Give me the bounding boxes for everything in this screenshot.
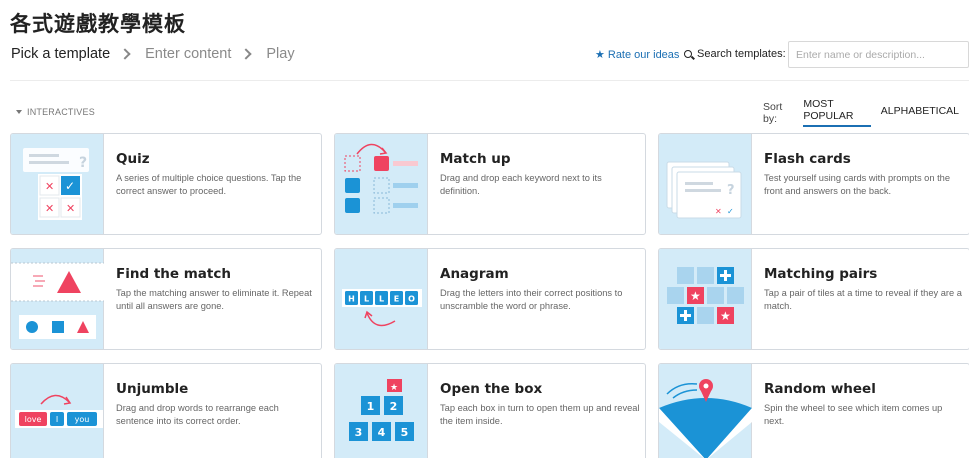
random-wheel-icon — [659, 364, 752, 458]
template-description: Tap the matching answer to eliminate it.… — [116, 288, 312, 311]
section-toggle-interactives[interactable]: INTERACTIVES — [16, 107, 95, 117]
svg-text:✕: ✕ — [45, 180, 54, 193]
template-card-flash-cards[interactable]: ? ✕ ✓ Flash cards Test yourself using ca… — [658, 133, 969, 235]
template-card-matching-pairs[interactable]: ★ ★ Matching pairs Tap a pair of tiles a… — [658, 248, 969, 350]
svg-text:✓: ✓ — [65, 179, 75, 193]
template-description: Test yourself using cards with prompts o… — [764, 173, 951, 196]
box-number: 5 — [401, 426, 409, 439]
svg-text:✕: ✕ — [715, 207, 722, 216]
svg-text:✓: ✓ — [727, 207, 734, 216]
template-title: Find the match — [116, 266, 231, 282]
svg-text:?: ? — [79, 155, 87, 171]
anagram-letter: L — [379, 295, 384, 304]
unjumble-icon: love I you — [11, 364, 104, 458]
match-up-icon — [335, 134, 428, 234]
template-title: Unjumble — [116, 381, 189, 397]
find-the-match-icon — [11, 249, 104, 349]
divider — [10, 80, 969, 81]
star-icon: ★ — [595, 49, 605, 61]
template-description: Drag the letters into their correct posi… — [440, 288, 623, 311]
template-description: A series of multiple choice questions. T… — [116, 173, 302, 196]
anagram-icon: HLLEO — [335, 249, 428, 349]
search-input[interactable] — [788, 41, 969, 68]
template-title: Anagram — [440, 266, 509, 282]
template-card-quiz[interactable]: ? ✕ ✓ ✕ ✕ Quiz A series of multiple choi… — [10, 133, 322, 235]
template-description: Tap a pair of tiles at a time to reveal … — [764, 288, 962, 311]
template-description: Spin the wheel to see which item comes u… — [764, 403, 943, 426]
box-number: 4 — [378, 426, 386, 439]
svg-text:★: ★ — [720, 309, 731, 323]
search-icon — [684, 50, 692, 58]
step-pick-template[interactable]: Pick a template — [11, 46, 110, 62]
caret-down-icon — [16, 110, 22, 114]
step-enter-content[interactable]: Enter content — [145, 46, 231, 62]
template-description: Tap each box in turn to open them up and… — [440, 403, 640, 426]
search-templates-label: Search templates: — [684, 48, 786, 60]
svg-text:?: ? — [727, 183, 735, 198]
template-title: Match up — [440, 151, 511, 167]
template-card-random-wheel[interactable]: Random wheel Spin the wheel to see which… — [658, 363, 969, 458]
template-card-unjumble[interactable]: love I you Unjumble Drag and drop words … — [10, 363, 322, 458]
search-label-text: Search templates: — [697, 48, 786, 60]
anagram-letter: E — [394, 295, 399, 304]
chevron-right-icon — [240, 48, 253, 60]
template-title: Matching pairs — [764, 266, 878, 282]
section-label: INTERACTIVES — [27, 107, 95, 117]
box-number: 3 — [355, 426, 363, 439]
chevron-right-icon — [119, 48, 131, 60]
box-number: 2 — [390, 400, 398, 413]
sort-most-popular[interactable]: MOST POPULAR — [803, 98, 871, 127]
template-description: Drag and drop words to rearrange each se… — [116, 403, 279, 426]
svg-text:★: ★ — [390, 383, 398, 393]
unjumble-word: you — [75, 415, 90, 424]
anagram-letter: L — [364, 295, 369, 304]
unjumble-word: love — [25, 415, 42, 424]
breadcrumb: Pick a template Enter content Play — [11, 46, 295, 62]
template-title: Flash cards — [764, 151, 851, 167]
flash-cards-icon: ? ✕ ✓ — [659, 134, 752, 234]
unjumble-word: I — [56, 415, 58, 424]
anagram-letter: O — [408, 295, 415, 304]
sort-bar: Sort by: MOST POPULAR ALPHABETICAL — [763, 98, 969, 127]
svg-text:✕: ✕ — [45, 202, 54, 215]
open-the-box-icon: ★ 1 2 3 4 5 — [335, 364, 428, 458]
anagram-letter: H — [348, 295, 355, 304]
sort-alphabetical[interactable]: ALPHABETICAL — [881, 105, 959, 120]
template-title: Open the box — [440, 381, 543, 397]
template-description: Drag and drop each keyword next to its d… — [440, 173, 602, 196]
sort-label: Sort by: — [763, 100, 783, 125]
template-card-match-up[interactable]: Match up Drag and drop each keyword next… — [334, 133, 646, 235]
svg-text:★: ★ — [690, 289, 701, 303]
template-card-find-the-match[interactable]: Find the match Tap the matching answer t… — [10, 248, 322, 350]
template-title: Quiz — [116, 151, 150, 167]
matching-pairs-icon: ★ ★ — [659, 249, 752, 349]
box-number: 1 — [367, 400, 375, 413]
template-title: Random wheel — [764, 381, 876, 397]
svg-text:✕: ✕ — [66, 202, 75, 215]
rate-ideas-link[interactable]: ★ Rate our ideas — [595, 48, 680, 62]
quiz-icon: ? ✕ ✓ ✕ ✕ — [11, 134, 104, 234]
template-card-open-the-box[interactable]: ★ 1 2 3 4 5 Open the box Tap each box in… — [334, 363, 646, 458]
template-card-anagram[interactable]: HLLEO Anagram Drag the letters into thei… — [334, 248, 646, 350]
rate-ideas-label: Rate our ideas — [607, 48, 680, 61]
page-title: 各式遊戲教學模板 — [10, 12, 186, 36]
step-play[interactable]: Play — [266, 46, 294, 62]
